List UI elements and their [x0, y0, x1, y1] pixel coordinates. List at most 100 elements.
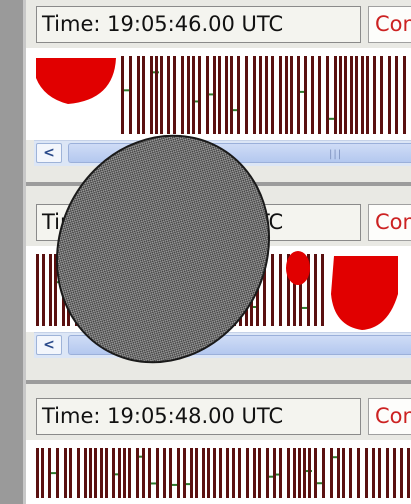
signal-bar — [93, 254, 96, 326]
signal-bar — [110, 254, 113, 326]
signal-bar — [239, 254, 242, 326]
signal-bar — [357, 448, 360, 498]
time-readout: Time: 19:05:48.00 UTC — [36, 398, 361, 435]
signal-bar — [256, 254, 259, 326]
signal-bar — [322, 448, 325, 498]
signal-bar — [150, 56, 153, 134]
signal-bar — [355, 56, 358, 134]
signal-bar — [298, 448, 301, 498]
signal-bar — [105, 448, 108, 498]
signal-bar — [225, 56, 228, 134]
signal-bar — [56, 448, 59, 498]
signal-bar — [69, 448, 72, 498]
signal-bar — [314, 448, 317, 498]
signal-bar — [373, 56, 376, 134]
scroll-left-button[interactable]: < — [36, 143, 62, 163]
signal-bar — [342, 448, 345, 498]
signal-bar — [36, 254, 39, 326]
signal-bar — [366, 56, 369, 134]
signal-bar — [238, 448, 241, 498]
scroll-grip-icon: ||| — [329, 149, 343, 160]
trace-panel-2: Time: 19:05:47.00 UTC Conc < — [26, 186, 411, 380]
signal-bar — [271, 254, 274, 326]
waveform-canvas — [36, 448, 410, 498]
horizontal-scrollbar[interactable]: < ||| — [34, 140, 411, 166]
signal-bar — [195, 254, 198, 326]
signal-bar — [388, 56, 391, 134]
waveform-view — [26, 246, 411, 332]
signal-bar — [77, 448, 80, 498]
signal-bar — [181, 56, 184, 134]
signal-bar — [233, 254, 236, 326]
signal-bar — [62, 254, 65, 326]
signal-bar — [206, 56, 209, 134]
signal-bar — [67, 254, 70, 326]
signal-bar — [246, 448, 249, 498]
signal-bar — [54, 254, 57, 326]
signal-bar — [86, 254, 89, 326]
signal-bar — [285, 56, 288, 134]
signal-bar — [330, 448, 333, 498]
signal-bar — [253, 448, 256, 498]
signal-bar — [165, 254, 168, 326]
time-readout: Time: 19:05:47.00 UTC — [36, 204, 361, 241]
signal-bar — [245, 56, 248, 134]
signal-bar — [171, 254, 174, 326]
signal-bar — [42, 254, 45, 326]
signal-bar — [314, 254, 317, 326]
waveform-view — [26, 440, 411, 504]
chevron-left-icon: < — [43, 337, 55, 353]
signal-bar — [318, 56, 321, 134]
signal-bar — [100, 448, 103, 498]
signal-bar — [192, 56, 195, 134]
signal-bar — [148, 448, 151, 498]
condition-field: Conc — [368, 6, 411, 43]
scroll-left-button[interactable]: < — [36, 335, 62, 355]
signal-bar — [213, 448, 216, 498]
signal-bar — [158, 254, 161, 326]
signal-bar — [121, 56, 124, 134]
signal-bar — [273, 448, 276, 498]
signal-bar — [187, 56, 190, 134]
signal-bar — [64, 448, 67, 498]
signal-bar — [190, 254, 193, 326]
signal-bar — [337, 448, 340, 498]
signal-bar — [237, 56, 240, 134]
signal-bar — [167, 56, 170, 134]
signal-bar — [104, 254, 107, 326]
scrollbar-thumb[interactable] — [68, 335, 411, 355]
signal-bar — [41, 448, 44, 498]
signal-bar — [250, 254, 253, 326]
signal-bar — [378, 448, 381, 498]
signal-bar — [177, 254, 180, 326]
signal-bar — [259, 56, 262, 134]
signal-bar — [230, 56, 233, 134]
trace-panel-3: Time: 19:05:48.00 UTC Conc — [26, 384, 411, 504]
signal-bar — [169, 448, 172, 498]
signal-bar — [321, 254, 324, 326]
red-shape — [286, 251, 310, 285]
signal-bar — [253, 56, 256, 134]
signal-bar — [219, 448, 222, 498]
signal-bar — [361, 56, 364, 134]
signal-bar — [213, 56, 216, 134]
signal-bar — [140, 254, 143, 326]
signal-bar — [136, 448, 139, 498]
signal-bar — [380, 56, 383, 134]
signal-bar — [304, 56, 307, 134]
waveform-canvas — [36, 56, 406, 134]
scrollbar-thumb[interactable]: ||| — [68, 143, 411, 163]
signal-bar — [297, 56, 300, 134]
signal-bar — [156, 448, 159, 498]
chevron-left-icon: < — [43, 145, 55, 161]
signal-bar — [155, 56, 158, 134]
signal-bar — [290, 56, 293, 134]
signal-bar — [393, 448, 396, 498]
signal-bar — [344, 56, 347, 134]
signal-bar — [49, 254, 52, 326]
signal-bar — [227, 254, 230, 326]
signal-bar — [173, 56, 176, 134]
condition-field: Conc — [368, 398, 411, 435]
signal-bar — [279, 56, 282, 134]
horizontal-scrollbar[interactable]: < — [34, 332, 411, 358]
